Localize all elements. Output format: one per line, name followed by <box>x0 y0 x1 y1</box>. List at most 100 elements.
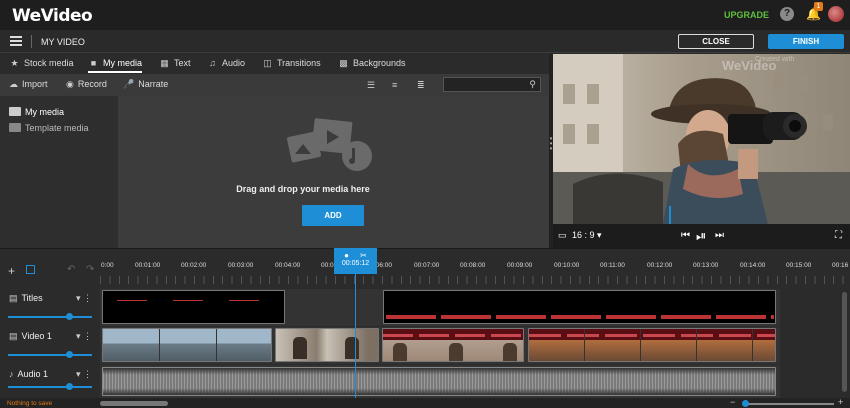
time-tick: 00:13:00 <box>693 262 719 269</box>
tab-audio[interactable]: ♫ Audio <box>207 54 245 73</box>
backgrounds-icon: ▩ <box>339 58 348 68</box>
zoom-out-icon[interactable]: − <box>730 397 735 407</box>
track-options-icon[interactable]: ▾ ⋮ <box>76 369 92 380</box>
add-button[interactable]: ADD <box>302 205 364 226</box>
text-icon: ▦ <box>160 58 169 68</box>
snap-icon[interactable] <box>26 265 35 274</box>
search-icon: ⚲ <box>529 79 536 89</box>
folder-icon <box>9 123 21 132</box>
audio-clip[interactable] <box>102 367 776 396</box>
track-volume-slider[interactable] <box>8 354 92 356</box>
timeline-playhead[interactable] <box>355 258 356 398</box>
aspect-ratio-icon[interactable]: ▭ <box>558 230 567 241</box>
sidebar-item-my-media[interactable]: My media <box>9 107 64 117</box>
titles-lane[interactable] <box>100 289 780 326</box>
search-input[interactable]: ⚲ <box>443 77 541 92</box>
save-status: Nothing to save <box>7 400 53 407</box>
time-tick: 00:16 <box>832 262 849 269</box>
video-track-icon: ▤ <box>9 331 18 341</box>
help-icon[interactable]: ? <box>780 7 794 21</box>
drop-instructions: Drag and drop your media here <box>236 184 370 194</box>
add-track-icon[interactable]: + <box>8 264 15 278</box>
vertical-scrollbar[interactable] <box>842 292 847 392</box>
sidebar-item-template-media[interactable]: Template media <box>9 123 89 133</box>
preview-playhead[interactable] <box>669 206 671 224</box>
track-name: ▤ Video 1 <box>9 331 52 341</box>
media-tabs: ★ Stock media ■ My media ▦ Text ♫ Audio ◫ Tra… <box>0 54 549 73</box>
redo-icon[interactable]: ↷ <box>86 264 94 275</box>
upgrade-link[interactable]: UPGRADE <box>724 10 769 20</box>
sort-icon[interactable]: ≣ <box>417 80 425 91</box>
menu-icon[interactable] <box>10 36 22 46</box>
track-volume-slider[interactable] <box>8 316 92 318</box>
titles-track-icon: ▤ <box>9 293 18 303</box>
cloud-upload-icon: ☁ <box>9 79 18 89</box>
playhead-handle[interactable]: ● ✂ 00:05:12 <box>334 248 377 274</box>
track-volume-knob[interactable] <box>66 383 73 390</box>
camera-icon: ◉ <box>66 79 74 89</box>
time-tick: 00:02:00 <box>181 262 207 269</box>
tab-backgrounds[interactable]: ▩ Backgrounds <box>338 54 405 73</box>
track-volume-knob[interactable] <box>66 313 73 320</box>
horizontal-scrollbar[interactable] <box>100 401 168 406</box>
watermark: WeVideo <box>722 58 777 73</box>
media-placeholder-icon <box>287 118 372 171</box>
video-lane[interactable] <box>100 327 780 364</box>
time-tick: 00:08:00 <box>460 262 486 269</box>
record-button[interactable]: ◉ Record <box>66 79 107 90</box>
transitions-icon: ◫ <box>263 58 272 68</box>
timeline-ruler[interactable] <box>100 276 845 284</box>
track-options-icon[interactable]: ▾ ⋮ <box>76 293 92 304</box>
video-clip[interactable] <box>102 328 272 362</box>
filter-icon[interactable]: ≡ <box>392 80 397 90</box>
video-clip[interactable] <box>382 328 524 362</box>
track-options-icon[interactable]: ▾ ⋮ <box>76 331 92 342</box>
tab-my-media[interactable]: ■ My media <box>88 54 143 73</box>
time-tick: 00:09:00 <box>507 262 533 269</box>
track-header-titles: ▤ Titles ▾ ⋮ <box>0 288 100 326</box>
list-view-icon[interactable]: ☰ <box>367 80 375 91</box>
time-tick: 00:12:00 <box>647 262 673 269</box>
undo-icon[interactable]: ↶ <box>67 264 75 275</box>
track-header-audio: ♪ Audio 1 ▾ ⋮ <box>0 364 100 398</box>
track-volume-slider[interactable] <box>8 386 92 388</box>
video-clip[interactable] <box>528 328 776 362</box>
video-preview[interactable] <box>553 54 850 224</box>
divider <box>31 35 32 48</box>
zoom-in-icon[interactable]: + <box>838 397 843 407</box>
video-clip[interactable] <box>275 328 379 362</box>
tab-stock-media[interactable]: ★ Stock media <box>9 54 73 73</box>
skip-forward-icon[interactable]: ⏭ <box>715 230 724 241</box>
time-tick: 00:04:00 <box>275 262 301 269</box>
aspect-ratio-select[interactable]: 16 : 9 ▾ <box>572 230 602 241</box>
narrate-button[interactable]: 🎤 Narrate <box>123 79 168 90</box>
wevideo-logo[interactable]: WeVideo <box>12 6 93 26</box>
finish-button[interactable]: FINISH <box>768 34 844 49</box>
track-volume-knob[interactable] <box>66 351 73 358</box>
audio-lane[interactable] <box>100 365 780 398</box>
title-clip[interactable] <box>102 290 285 324</box>
import-button[interactable]: ☁ Import <box>9 79 48 90</box>
project-title[interactable]: MY VIDEO <box>41 37 85 47</box>
tab-transitions[interactable]: ◫ Transitions <box>262 54 320 73</box>
scissors-icon[interactable]: ✂ <box>360 251 367 260</box>
title-clip[interactable] <box>383 290 776 324</box>
tab-text[interactable]: ▦ Text <box>159 54 190 73</box>
time-tick: 00:01:00 <box>135 262 161 269</box>
microphone-icon: 🎤 <box>123 79 135 89</box>
marker-icon[interactable]: ● <box>344 251 349 260</box>
time-tick: 00:14:00 <box>740 262 766 269</box>
time-tick: 00:15:00 <box>786 262 812 269</box>
notification-badge: 1 <box>814 2 823 11</box>
fullscreen-icon[interactable]: ⛶ <box>835 230 842 241</box>
zoom-knob[interactable] <box>742 400 749 407</box>
skip-back-icon[interactable]: ⏮ <box>681 230 690 241</box>
play-icon[interactable]: ⏯ <box>696 228 706 244</box>
media-sidebar: My media Template media <box>0 96 119 248</box>
close-button[interactable]: CLOSE <box>678 34 754 49</box>
avatar[interactable] <box>828 6 844 22</box>
playhead-time: 00:05:12 <box>341 260 370 267</box>
track-name: ♪ Audio 1 <box>9 369 49 379</box>
time-tick: 00:05:00 <box>321 262 334 269</box>
zoom-slider[interactable] <box>748 403 834 405</box>
